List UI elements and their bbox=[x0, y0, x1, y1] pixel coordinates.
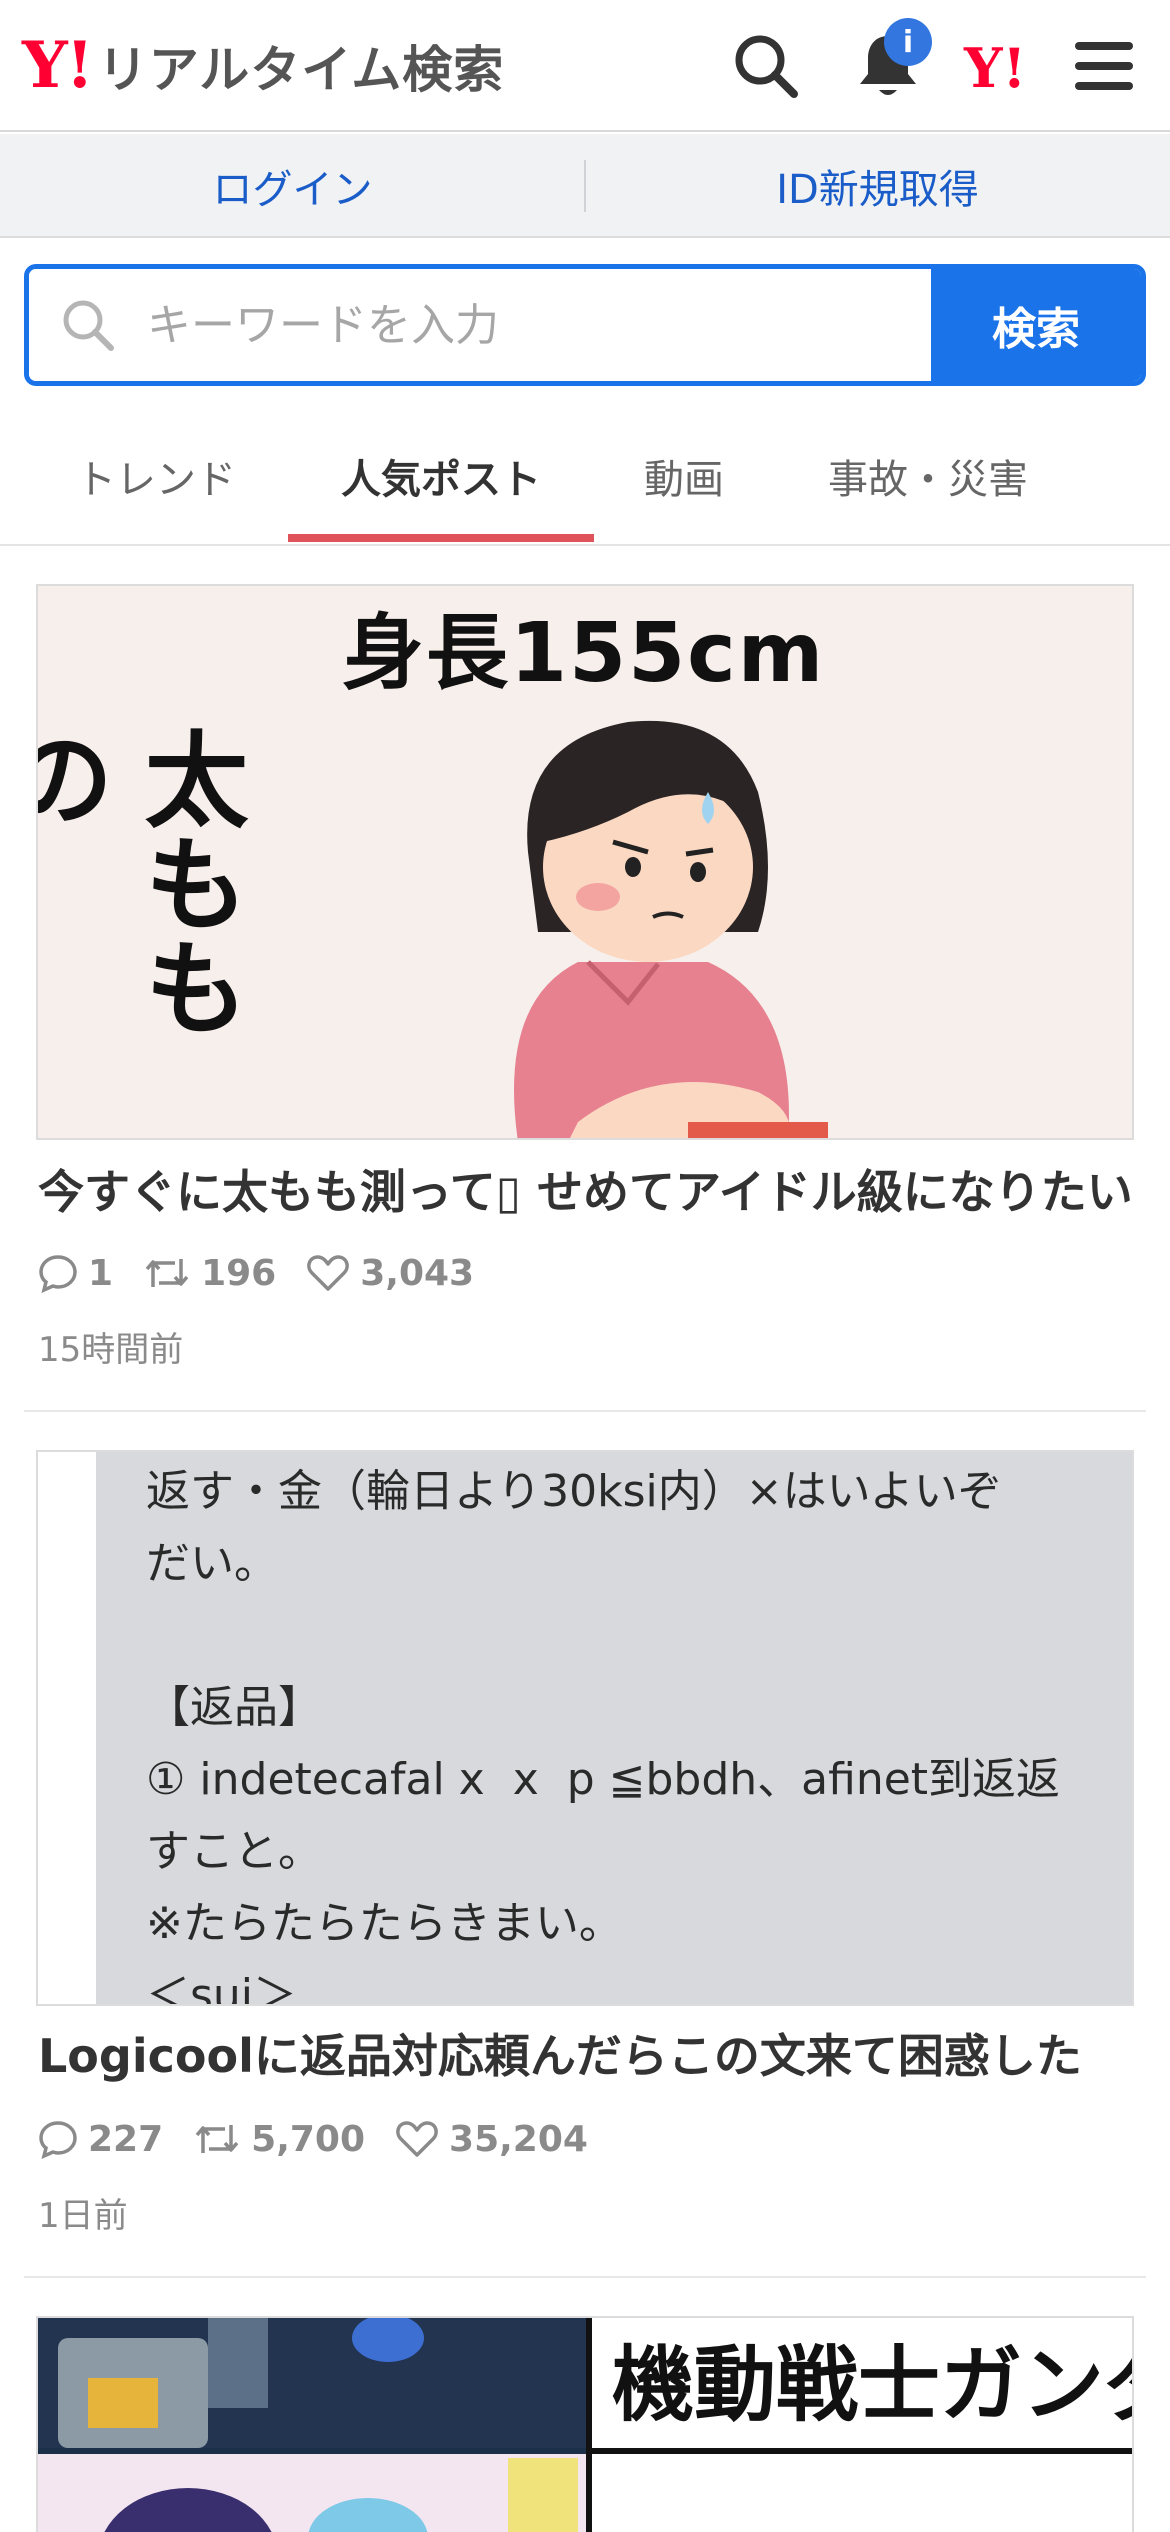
image-caption-top: 身長155cm bbox=[342, 606, 826, 701]
app-header: Y! リアルタイム検索 i Y! bbox=[0, 0, 1170, 132]
repost-count-value: 5,700 bbox=[251, 2118, 366, 2160]
account-bar: ログイン ID新規取得 bbox=[0, 134, 1170, 238]
image-caption: 機動戦士ガンダ bbox=[612, 2338, 1134, 2433]
tab-popular-posts[interactable]: 人気ポスト bbox=[288, 406, 594, 546]
image-text: 返す・金（輪日より30ksi内）×はいよいぞ だい。 【返品】 ① indete… bbox=[146, 1466, 1061, 2006]
active-tab-indicator bbox=[288, 534, 594, 542]
reply-count[interactable]: 227 bbox=[38, 2119, 163, 2160]
reply-count-value: 1 bbox=[88, 1252, 114, 1294]
panel-border bbox=[592, 2448, 1132, 2454]
tab-videos[interactable]: 動画 bbox=[610, 406, 758, 546]
category-tabs: トレンド 人気ポスト 動画 事故・災害 bbox=[0, 406, 1170, 546]
hamburger-menu-icon[interactable] bbox=[1064, 26, 1144, 106]
image-caption-vertical: 太ももの bbox=[36, 726, 248, 1038]
tab-accidents-disasters[interactable]: 事故・災害 bbox=[790, 406, 1066, 546]
yahoo-top-link[interactable]: Y! bbox=[964, 36, 1026, 100]
search-button[interactable]: 検索 bbox=[931, 269, 1141, 381]
search-field-icon bbox=[29, 269, 147, 381]
reply-count-value: 227 bbox=[88, 2118, 164, 2160]
yahoo-logo-mark: Y! bbox=[22, 28, 94, 103]
anime-panel bbox=[38, 2318, 586, 2532]
repost-count-value: 196 bbox=[201, 1252, 277, 1294]
post-title[interactable]: Logicoolに返品対応頼んだらこの文来て困惑した bbox=[38, 2020, 1138, 2086]
search-field-wrap bbox=[29, 269, 931, 381]
like-count-value: 35,204 bbox=[449, 2118, 588, 2160]
search-icon[interactable] bbox=[726, 26, 806, 106]
like-count[interactable]: 3,043 bbox=[306, 1253, 474, 1294]
repost-count[interactable]: 196 bbox=[143, 1253, 276, 1294]
login-link[interactable]: ログイン bbox=[0, 134, 585, 238]
heart-icon bbox=[307, 1255, 350, 1291]
post-stats: 1 196 3,043 bbox=[38, 1248, 504, 1298]
yahoo-realtime-logo[interactable]: Y! リアルタイム検索 bbox=[22, 28, 504, 104]
manga-panel: 機動戦士ガンダ bbox=[586, 2318, 1134, 2532]
repost-icon bbox=[145, 1259, 189, 1287]
repost-count[interactable]: 5,700 bbox=[193, 2119, 365, 2160]
search-bar: 検索 bbox=[24, 264, 1146, 386]
post-time: 1日前 bbox=[38, 2196, 128, 2236]
post-divider bbox=[24, 2276, 1146, 2278]
illustration-woman bbox=[514, 720, 828, 1138]
logo-title: リアルタイム検索 bbox=[97, 41, 505, 99]
post-image[interactable]: 機動戦士ガンダ bbox=[36, 2316, 1134, 2532]
reply-icon bbox=[39, 2121, 77, 2159]
notification-bell-icon[interactable]: i bbox=[848, 18, 932, 106]
tab-trend[interactable]: トレンド bbox=[40, 406, 272, 546]
reply-icon bbox=[39, 1255, 77, 1293]
post-image[interactable]: 返す・金（輪日より30ksi内）×はいよいぞ だい。 【返品】 ① indete… bbox=[36, 1450, 1134, 2006]
like-count-value: 3,043 bbox=[360, 1252, 475, 1294]
reply-count[interactable]: 1 bbox=[38, 1253, 113, 1294]
anime-illustration bbox=[38, 2318, 586, 2532]
post-image[interactable]: 身長155cm 太ももの bbox=[36, 584, 1134, 1140]
notification-badge: i bbox=[884, 18, 932, 66]
heart-icon bbox=[396, 2121, 438, 2157]
like-count[interactable]: 35,204 bbox=[395, 2119, 588, 2160]
post-time: 15時間前 bbox=[38, 1330, 184, 1370]
post-title[interactable]: 今すぐに太もも測って▯ せめてアイドル級になりたい bbox=[38, 1156, 1138, 1222]
search-input[interactable] bbox=[147, 269, 931, 381]
post-stats: 227 5,700 35,204 bbox=[38, 2114, 618, 2164]
image-left-strip bbox=[38, 1452, 96, 2004]
repost-icon bbox=[195, 2125, 239, 2153]
post-divider bbox=[24, 1410, 1146, 1412]
signup-link[interactable]: ID新規取得 bbox=[585, 134, 1170, 238]
